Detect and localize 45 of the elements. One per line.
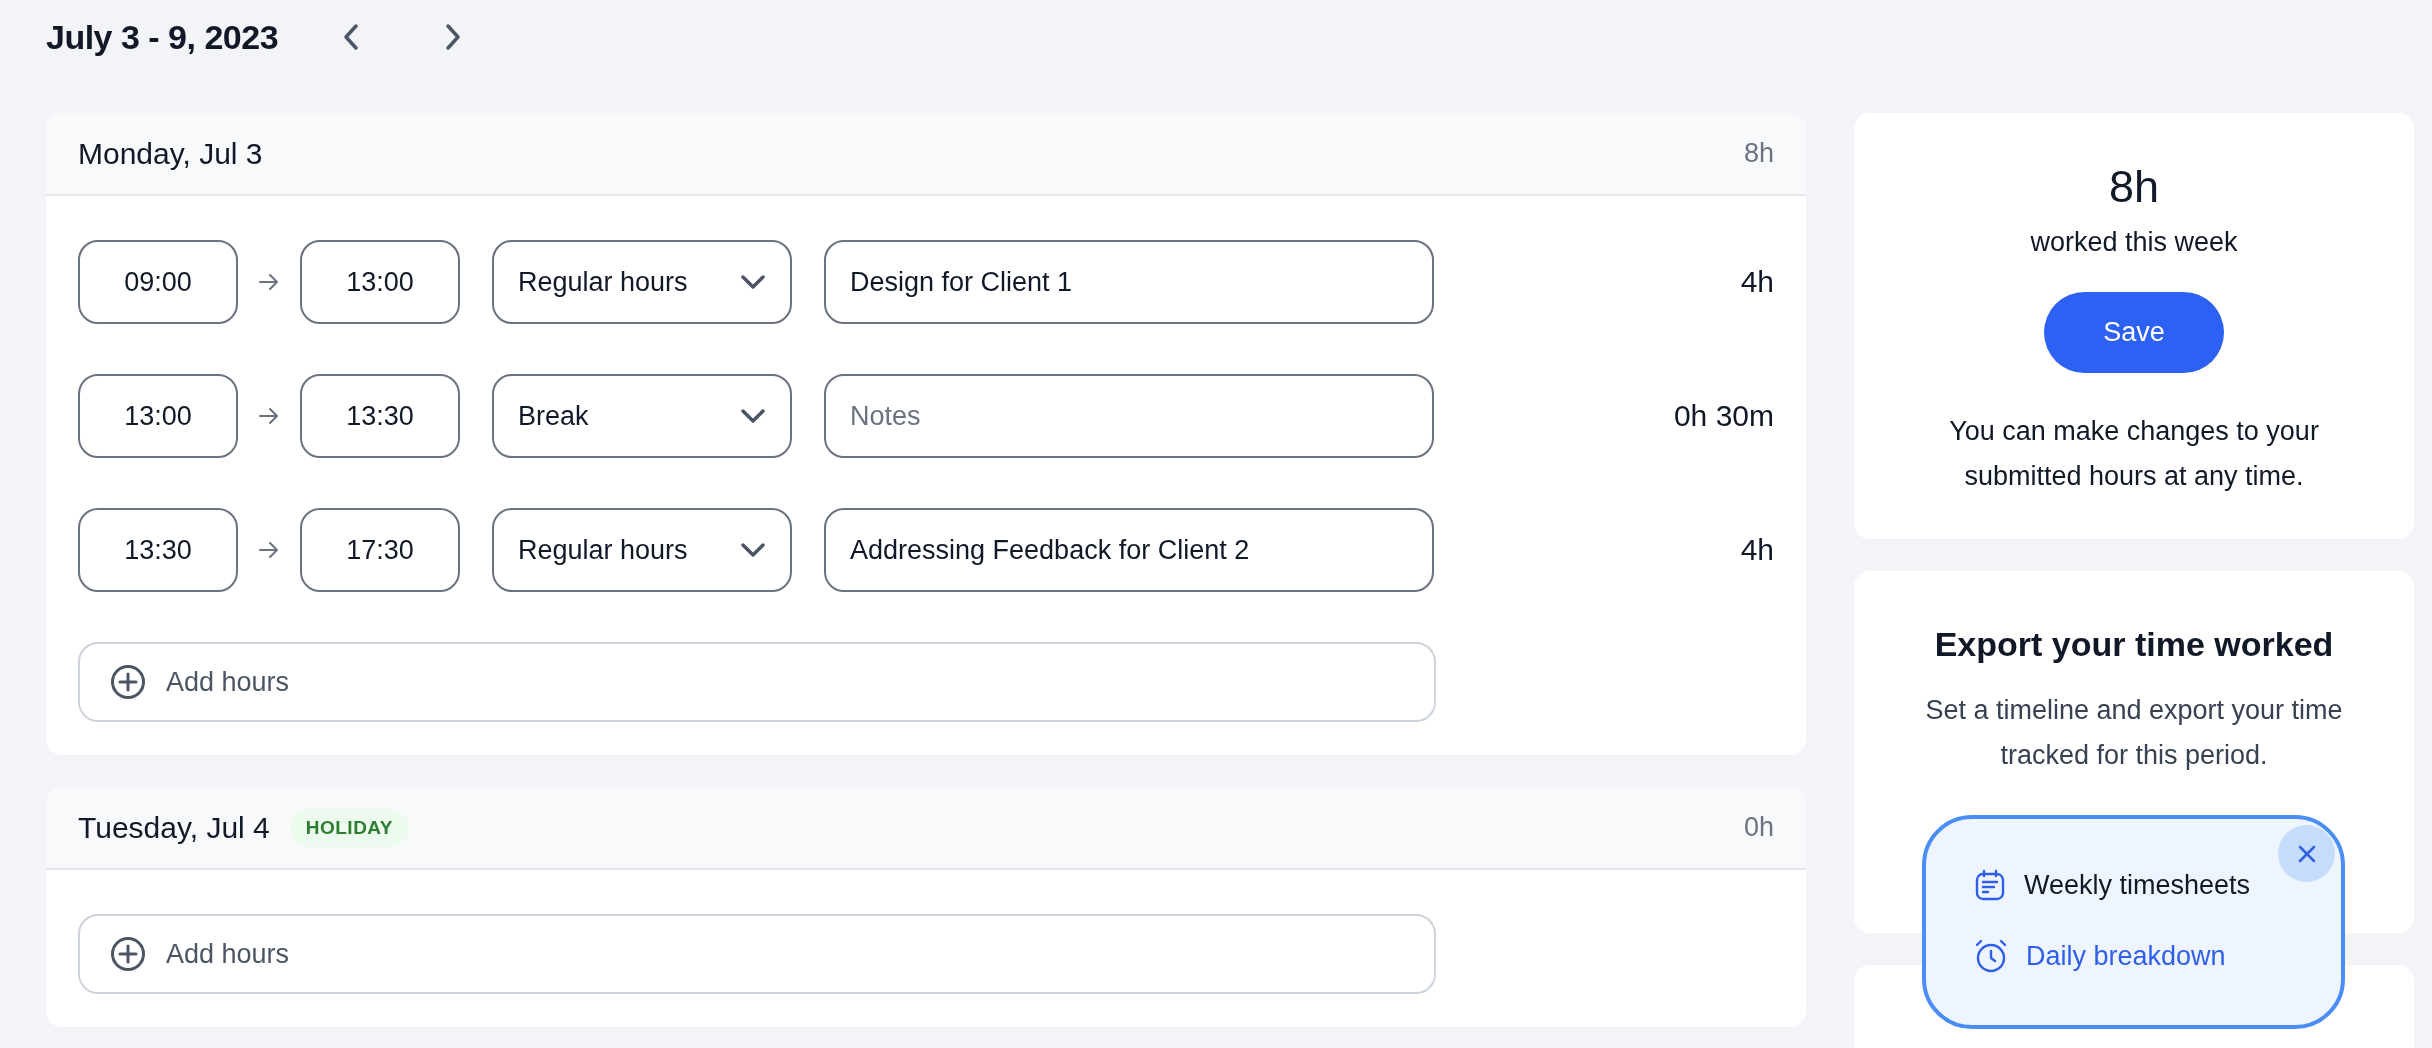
export-menu-item[interactable]: Daily breakdown xyxy=(1974,939,2341,973)
chevron-right-icon xyxy=(444,23,463,51)
arrow-right-icon xyxy=(258,273,280,291)
week-total: 8h xyxy=(2108,161,2160,213)
close-icon xyxy=(2297,844,2316,863)
save-button[interactable]: Save xyxy=(2044,292,2224,373)
hour-type-dropdown[interactable]: Regular hours xyxy=(492,508,792,592)
week-total-caption: worked this week xyxy=(2030,227,2238,258)
caret-down-icon xyxy=(740,274,766,290)
caret-down-icon xyxy=(740,542,766,558)
hour-type-dropdown[interactable]: Break xyxy=(492,374,792,458)
add-hours-button[interactable]: Add hours xyxy=(78,914,1436,994)
start-time-field[interactable]: 09:00 xyxy=(78,240,238,324)
entry-duration: 0h 30m xyxy=(1673,399,1774,433)
add-hours-button[interactable]: Add hours xyxy=(78,642,1436,722)
save-note: You can make changes to your submitted hours at any time. xyxy=(1948,415,2320,493)
notes-field[interactable]: Addressing Feedback for Client 2 xyxy=(824,508,1434,592)
day-total: 0h xyxy=(1743,812,1774,843)
entry-duration: 4h xyxy=(1740,533,1774,567)
export-title: Export your time worked xyxy=(1934,625,2334,664)
start-time-field[interactable]: 13:00 xyxy=(78,374,238,458)
start-time-field[interactable]: 13:30 xyxy=(78,508,238,592)
alarm-clock-icon xyxy=(1974,939,2008,973)
chevron-left-icon xyxy=(342,23,361,51)
holiday-badge: HOLIDAY xyxy=(289,808,410,847)
end-time-field[interactable]: 13:30 xyxy=(300,374,460,458)
notes-field[interactable]: Design for Client 1 xyxy=(824,240,1434,324)
export-menu-item[interactable]: Weekly timesheets xyxy=(1974,869,2341,901)
day-title: Tuesday, Jul 4 xyxy=(78,810,270,845)
calendar-icon xyxy=(1974,869,2006,901)
end-time-field[interactable]: 13:00 xyxy=(300,240,460,324)
export-description: Set a timeline and export your time tracked for this period. xyxy=(1924,694,2344,772)
plus-circle-icon xyxy=(110,664,146,700)
arrow-right-icon xyxy=(258,541,280,559)
week-title: July 3 - 9, 2023 xyxy=(46,17,279,57)
day-total: 8h xyxy=(1743,138,1774,169)
hour-type-dropdown[interactable]: Regular hours xyxy=(492,240,792,324)
entry-duration: 4h xyxy=(1740,265,1774,299)
plus-circle-icon xyxy=(110,936,146,972)
arrow-right-icon xyxy=(258,407,280,425)
close-button[interactable] xyxy=(2278,825,2335,882)
day-title: Monday, Jul 3 xyxy=(78,136,263,171)
notes-field[interactable]: Notes xyxy=(824,374,1434,458)
end-time-field[interactable]: 17:30 xyxy=(300,508,460,592)
caret-down-icon xyxy=(740,408,766,424)
